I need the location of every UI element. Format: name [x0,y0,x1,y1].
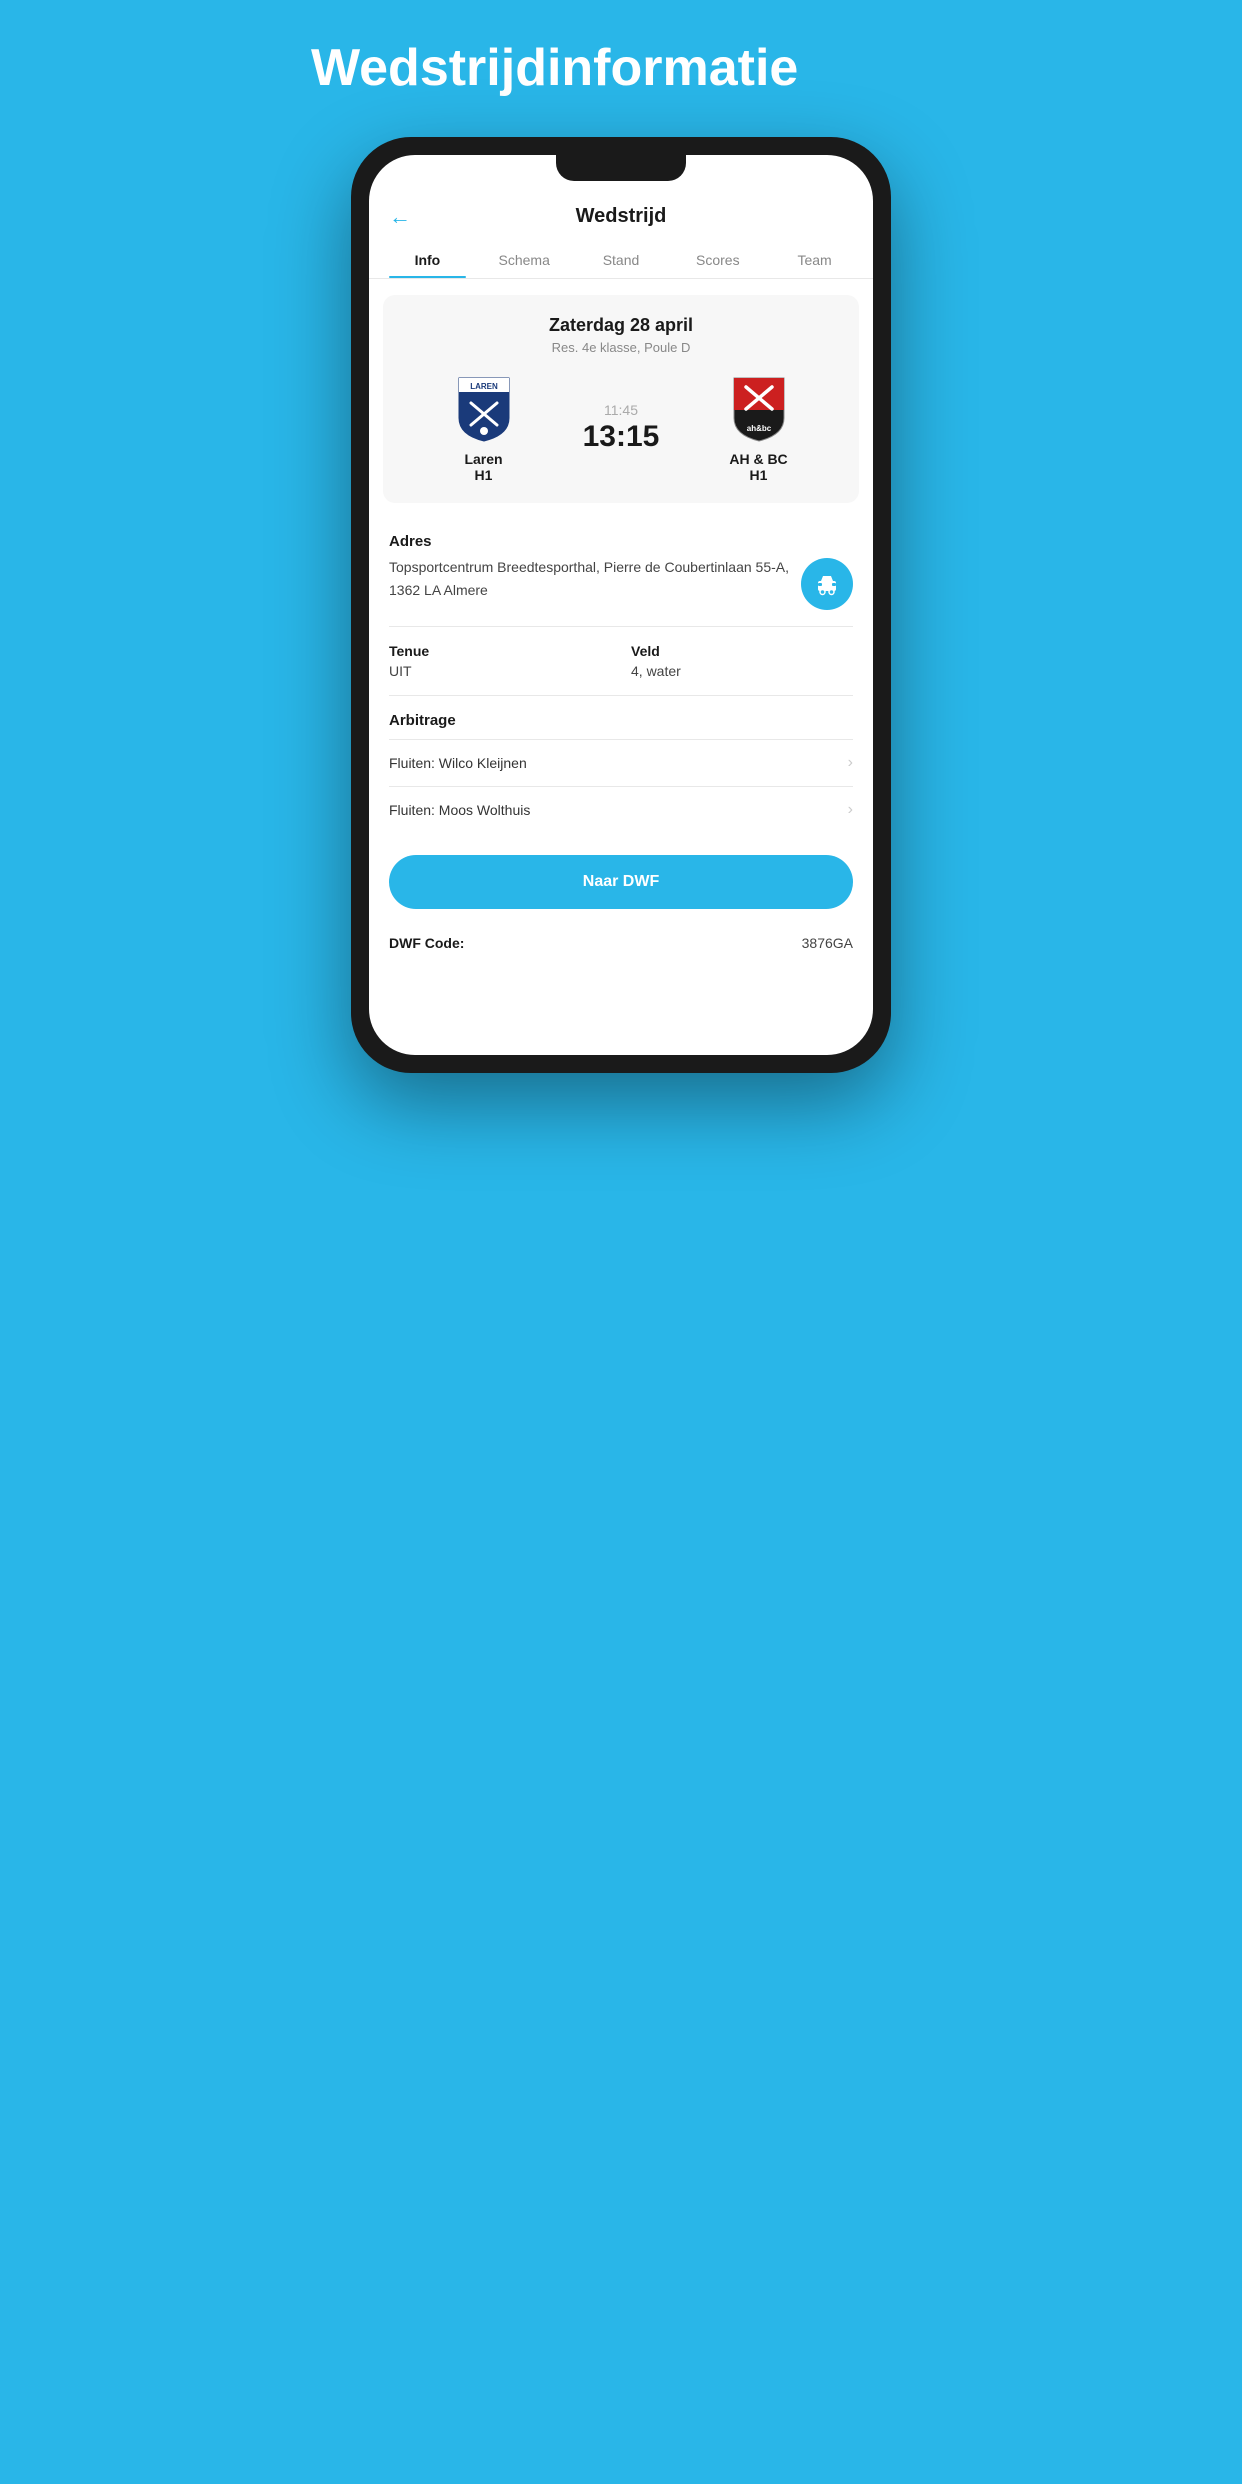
veld-col: Veld 4, water [631,643,853,679]
two-col: Tenue UIT Veld 4, water [389,643,853,679]
address-row: Topsportcentrum Breedtesporthal, Pierre … [389,556,853,610]
dwf-code-label: DWF Code: [389,935,464,951]
tab-schema[interactable]: Schema [476,242,573,278]
tab-bar: Info Schema Stand Scores Team [369,242,873,279]
tab-team[interactable]: Team [766,242,863,278]
address-section: Adres Topsportcentrum Breedtesporthal, P… [369,519,873,624]
tab-stand[interactable]: Stand [573,242,670,278]
page-background-title: Wedstrijdinformatie [311,40,931,97]
divider-1 [389,626,853,627]
tab-scores[interactable]: Scores [669,242,766,278]
address-text: Topsportcentrum Breedtesporthal, Pierre … [389,556,791,601]
tenue-value: UIT [389,663,611,679]
home-team-name: Laren H1 [464,451,502,483]
tenue-col: Tenue UIT [389,643,611,679]
match-score: 13:15 [583,420,660,454]
away-team-name: AH & BC H1 [729,451,787,483]
svg-text:LAREN: LAREN [470,382,498,391]
chevron-icon-2: › [848,801,853,819]
match-card: Zaterdag 28 april Res. 4e klasse, Poule … [383,295,859,503]
match-date: Zaterdag 28 april [399,315,843,336]
car-icon [814,571,840,597]
navigate-button[interactable] [801,558,853,610]
arbitrage-item-2[interactable]: Fluiten: Moos Wolthuis › [389,786,853,833]
address-label: Adres [389,533,853,550]
away-team-logo: ah&bc [724,373,794,443]
tenue-label: Tenue [389,643,611,659]
dwf-button[interactable]: Naar DWF [389,855,853,909]
dwf-code-row: DWF Code: 3876GA [369,923,873,967]
match-teams: LAREN Laren H1 11:45 13:15 [399,373,843,483]
phone-screen: ← Wedstrijd Info Schema Stand Scores Tea… [369,155,873,1055]
back-button[interactable]: ← [389,204,411,230]
home-team: LAREN Laren H1 [399,373,568,483]
dwf-section: Naar DWF [369,841,873,923]
score-block: 11:45 13:15 [576,402,666,454]
tenue-veld-section: Tenue UIT Veld 4, water [369,629,873,693]
match-time: 11:45 [604,402,638,418]
veld-value: 4, water [631,663,853,679]
dwf-code-value: 3876GA [802,935,853,951]
phone-mockup: ← Wedstrijd Info Schema Stand Scores Tea… [351,137,891,1073]
tab-info[interactable]: Info [379,242,476,278]
arbitrage-section: Arbitrage Fluiten: Wilco Kleijnen › Flui… [369,698,873,841]
svg-text:ah&bc: ah&bc [746,424,771,433]
screen-title: Wedstrijd [576,205,667,228]
match-league: Res. 4e klasse, Poule D [399,340,843,355]
divider-2 [389,695,853,696]
chevron-icon-1: › [848,754,853,772]
veld-label: Veld [631,643,853,659]
phone-notch [556,155,686,181]
arbitrage-text-2: Fluiten: Moos Wolthuis [389,802,530,818]
arbitrage-text-1: Fluiten: Wilco Kleijnen [389,755,527,771]
home-team-logo: LAREN [449,373,519,443]
arbitrage-item-1[interactable]: Fluiten: Wilco Kleijnen › [389,739,853,786]
away-team: ah&bc AH & BC H1 [674,373,843,483]
arbitrage-label: Arbitrage [389,712,853,729]
